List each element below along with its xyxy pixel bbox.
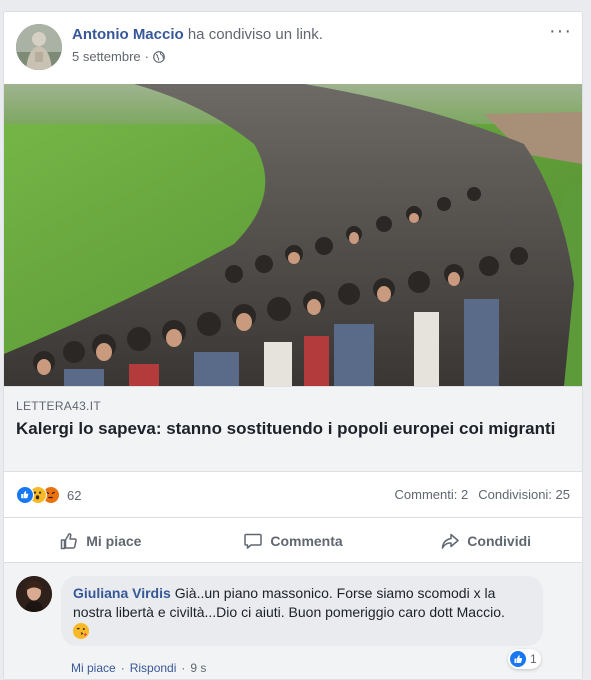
comment-like-link[interactable]: Mi piace — [71, 661, 116, 675]
post-date[interactable]: 5 settembre — [72, 49, 141, 64]
reactions-summary[interactable]: 62 — [16, 486, 81, 504]
meta-separator: · — [144, 49, 149, 64]
link-domain: LETTERA43.IT — [16, 399, 101, 413]
comment-bubble: Giuliana Virdis Già..un piano massonico. … — [61, 576, 543, 646]
comment-actions: Mi piace · Rispondi · 9 s — [71, 661, 206, 675]
comments-section: Giuliana Virdis Già..un piano massonico. … — [4, 563, 582, 679]
engagement-counts: Commenti: 2 Condivisioni: 25 — [395, 487, 570, 502]
author-name[interactable]: Antonio Maccio — [72, 26, 184, 43]
comment-reaction-badge[interactable]: 1 — [508, 649, 541, 669]
speech-bubble-icon — [244, 533, 263, 549]
link-title[interactable]: Kalergi lo sapeva: stanno sostituendo i … — [16, 418, 556, 440]
author-line: Antonio Maccio ha condiviso un link. — [72, 26, 323, 43]
like-button[interactable]: Mi piace — [4, 519, 197, 562]
commenter-avatar[interactable] — [16, 576, 52, 612]
post-actions: Mi piace Commenta Condividi — [4, 519, 582, 563]
face-blowing-kiss-emoji — [73, 623, 89, 639]
commenter-name[interactable]: Giuliana Virdis — [73, 585, 171, 601]
comment-separator: · — [120, 661, 125, 675]
share-action-text: ha condiviso un link. — [187, 26, 323, 43]
link-preview-caption[interactable]: LETTERA43.IT Kalergi lo sapeva: stanno s… — [4, 386, 582, 472]
comment-count[interactable]: Commenti: 2 — [395, 487, 469, 502]
post-card: Antonio Maccio ha condiviso un link. 5 s… — [3, 11, 583, 680]
post-stats: 62 Commenti: 2 Condivisioni: 25 — [4, 472, 582, 518]
post-meta: 5 settembre · — [72, 49, 165, 64]
link-preview-image[interactable] — [4, 84, 582, 386]
share-arrow-icon — [442, 533, 460, 549]
share-button[interactable]: Condividi — [389, 519, 582, 562]
author-avatar[interactable] — [16, 24, 62, 70]
like-reaction-icon — [16, 486, 34, 504]
like-reaction-icon — [510, 651, 526, 667]
like-button-label: Mi piace — [86, 532, 142, 549]
comment-reply-link[interactable]: Rispondi — [130, 661, 177, 675]
globe-icon[interactable] — [153, 50, 165, 63]
share-count[interactable]: Condivisioni: 25 — [478, 487, 570, 502]
reaction-count[interactable]: 62 — [67, 488, 81, 503]
comment-time[interactable]: 9 s — [190, 661, 206, 675]
share-button-label: Condividi — [467, 532, 532, 549]
comment-button[interactable]: Commenta — [197, 519, 390, 562]
thumbs-up-icon — [60, 532, 78, 549]
comment-button-label: Commenta — [270, 532, 343, 549]
more-options-icon[interactable]: ··· — [549, 21, 572, 41]
post-header: Antonio Maccio ha condiviso un link. 5 s… — [4, 12, 582, 82]
comment-separator: · — [181, 661, 186, 675]
comment-reaction-count: 1 — [530, 652, 537, 666]
